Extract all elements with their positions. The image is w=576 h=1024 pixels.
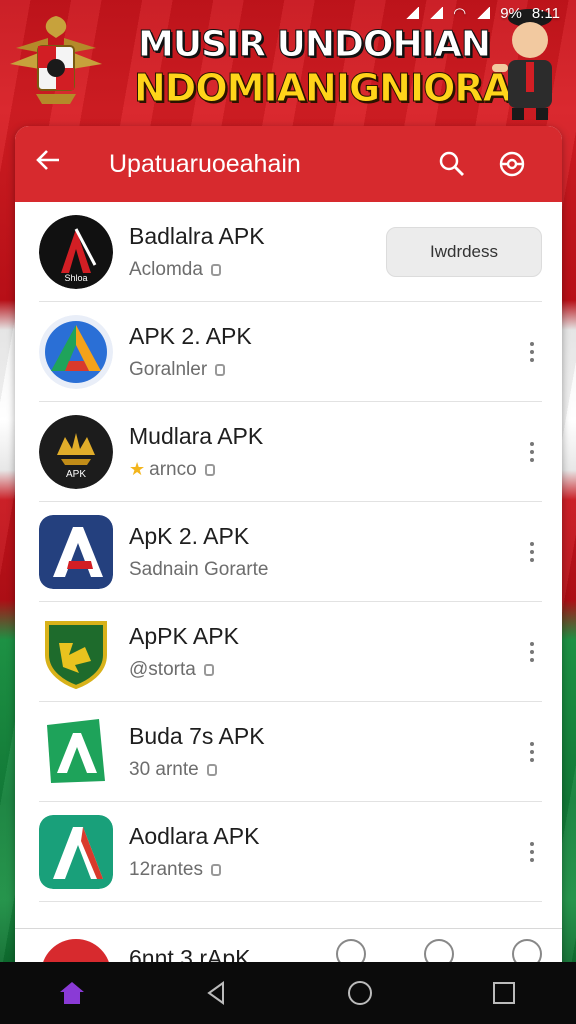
battery-text: 9% [500,4,522,22]
home-icon [60,982,84,1004]
app-name: Mudlara APK [129,422,264,449]
arrow-left-icon [36,150,59,170]
circle-home-icon [348,981,372,1005]
verified-badge-icon [206,763,217,776]
app-meta: Goralnler [129,358,208,380]
app-meta: 30 arnte [129,758,199,780]
more-options-button[interactable] [522,841,542,862]
app-name: ApPK APK [129,622,239,649]
app-icon-green-shield [39,614,113,689]
app-name: Badlalra APK [129,222,265,249]
svg-text:Shloa: Shloa [64,273,87,283]
recents-nav-button[interactable] [479,973,529,1013]
home-circle-nav-button[interactable] [335,973,385,1013]
app-name: ApK 2. APK [129,522,250,549]
back-button[interactable] [35,147,87,181]
signal-icon-3 [476,7,491,19]
list-item[interactable]: APK 2. APK Goralnler [39,302,542,402]
verified-badge-icon [215,363,226,376]
app-icon-gold-crown: APK [39,414,113,489]
app-meta: Aclomda [129,258,203,280]
more-options-button[interactable] [522,641,542,662]
clock: 8:11 [531,4,560,22]
app-icon-green-a [39,714,113,789]
signal-icon [405,7,420,19]
app-bar-title: Upatuaruoeahain [109,149,301,178]
system-nav-bar [0,962,576,1024]
more-options-button[interactable] [522,441,542,462]
more-options-button[interactable] [522,541,542,562]
app-icon-colorful-a [39,314,113,389]
app-list: Shloa Badlalra APK Aclomda Iwdrdess APK … [15,202,562,902]
more-options-button[interactable] [522,341,542,362]
back-nav-button[interactable] [191,973,241,1013]
banner-title: MUSIR UNDOHIAN [138,24,492,66]
verified-badge-icon [210,263,221,276]
status-bar: ◠ 9% 8:11 [405,4,560,22]
app-bar: Upatuaruoeahain [15,126,562,202]
app-meta: 12rantes [129,858,203,880]
search-button[interactable] [422,150,482,178]
square-recents-icon [493,982,515,1004]
app-name: Buda 7s APK [129,722,265,749]
app-name: APK 2. APK [129,322,252,349]
app-icon-red-a: Shloa [39,214,113,289]
signal-icon-2 [429,7,444,19]
search-icon [439,151,464,176]
home-nav-button[interactable] [47,973,97,1013]
more-options-button[interactable] [522,741,542,762]
app-meta: @storta [129,658,196,680]
list-item[interactable]: Aodlara APK 12rantes [39,802,542,902]
triangle-back-icon [207,981,224,1005]
garuda-emblem-icon [10,16,102,104]
list-item[interactable]: ApK 2. APK Sadnain Gorarte [39,502,542,602]
list-item[interactable]: Buda 7s APK 30 arnte [39,702,542,802]
app-name: Aodlara APK [129,822,260,849]
star-icon: ★ [129,459,146,479]
list-item[interactable]: Shloa Badlalra APK Aclomda Iwdrdess [39,202,542,302]
list-item[interactable]: APK Mudlara APK ★ arnco [39,402,542,502]
app-list-card: Upatuaruoeahain Shloa Badlalra APK Aclom… [15,126,562,976]
settings-icon [499,151,525,177]
app-icon-blue-a [39,514,113,589]
list-item[interactable]: ApPK APK @storta [39,602,542,702]
app-meta: arnco [149,458,197,480]
wifi-icon: ◠ [453,5,467,22]
verified-badge-icon [204,463,215,476]
verified-badge-icon [203,663,214,676]
settings-button[interactable] [482,150,542,178]
install-button[interactable]: Iwdrdess [386,226,542,277]
app-meta: Sadnain Gorarte [129,558,269,580]
banner-subtitle: NDOMIANIGNIORA [133,66,512,111]
app-icon-teal-a [39,814,113,889]
verified-badge-icon [210,863,221,876]
svg-text:APK: APK [66,469,86,480]
